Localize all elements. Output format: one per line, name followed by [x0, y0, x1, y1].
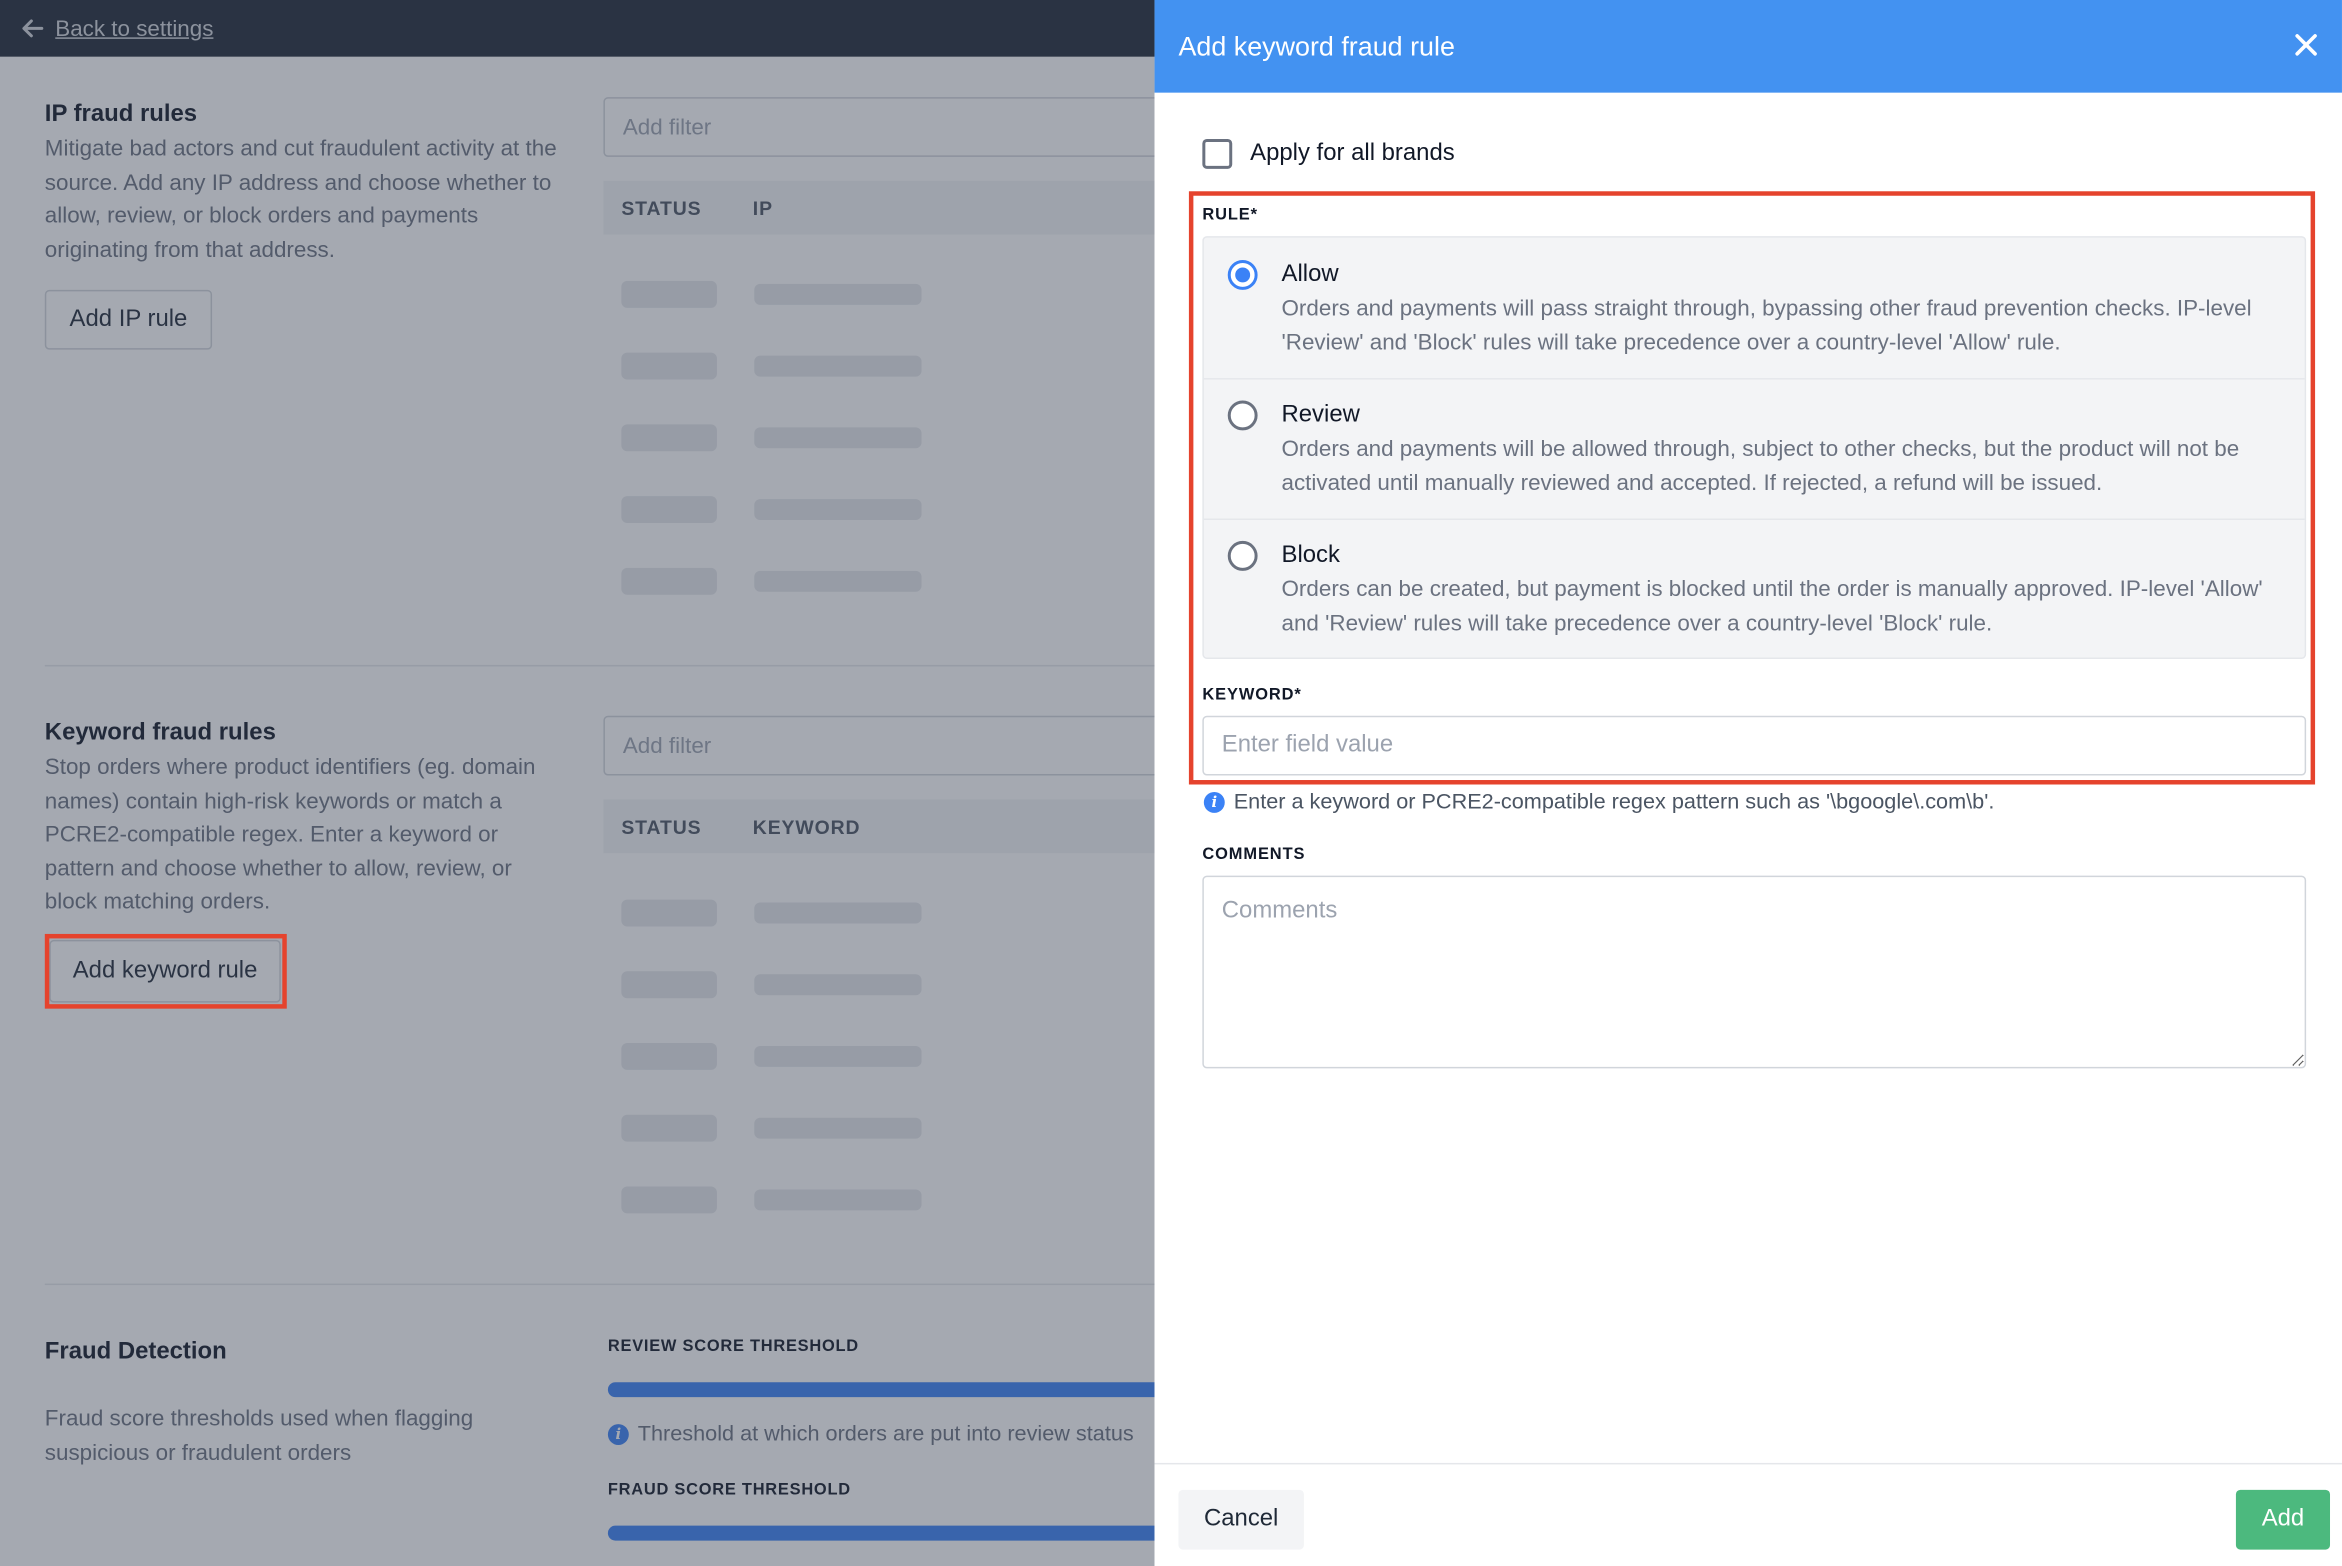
apply-all-brands-label[interactable]: Apply for all brands	[1250, 140, 1455, 167]
apply-all-brands-row[interactable]: Apply for all brands	[1202, 138, 1455, 169]
add-keyword-rule-highlight	[44, 933, 287, 1009]
info-icon: i	[1203, 791, 1225, 813]
apply-all-brands-checkbox[interactable]	[1202, 138, 1233, 169]
comments-textarea[interactable]	[1202, 875, 2307, 1069]
close-icon[interactable]	[2291, 30, 2321, 60]
add-button[interactable]: Add	[2235, 1489, 2331, 1550]
modal-backdrop[interactable]	[0, 0, 1155, 1566]
cancel-button[interactable]: Cancel	[1178, 1489, 1304, 1550]
keyword-hint: i Enter a keyword or PCRE2-compatible re…	[1203, 790, 1995, 815]
rule-form-highlight	[1188, 191, 2316, 785]
drawer-footer: Cancel Add	[1154, 1462, 2342, 1566]
drawer-title: Add keyword fraud rule	[1178, 30, 1455, 61]
drawer-header: Add keyword fraud rule	[1154, 0, 2342, 93]
add-keyword-rule-drawer: Add keyword fraud rule Apply for all bra…	[1154, 0, 2342, 1566]
keyword-hint-text: Enter a keyword or PCRE2-compatible rege…	[1233, 790, 1995, 815]
comments-label: COMMENTS	[1202, 845, 1306, 864]
